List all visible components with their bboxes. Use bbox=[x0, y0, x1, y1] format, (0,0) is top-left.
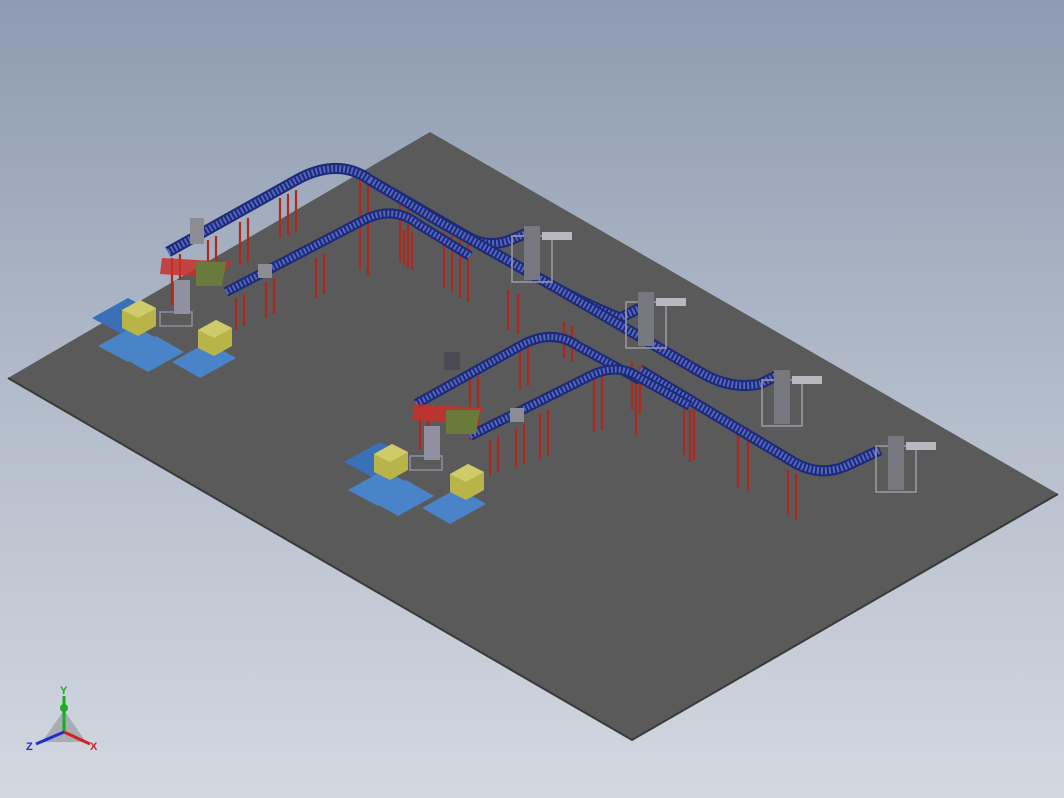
cad-viewport[interactable] bbox=[0, 0, 1064, 798]
x-axis-label: X bbox=[90, 741, 98, 753]
y-axis-label: Y bbox=[60, 685, 68, 697]
z-axis-label: Z bbox=[26, 741, 33, 753]
y-axis-cap bbox=[60, 704, 68, 712]
view-triad[interactable]: Y X Z bbox=[20, 680, 110, 770]
